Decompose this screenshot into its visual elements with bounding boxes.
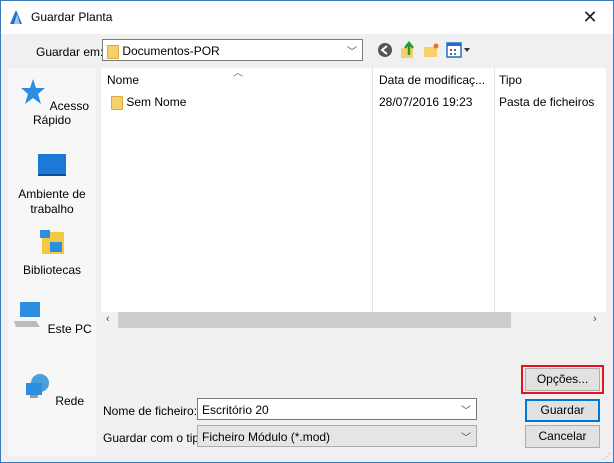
sidebar-label: Ambiente de trabalho: [18, 187, 86, 216]
desktop-icon: [38, 154, 66, 176]
sidebar-item-this-pc[interactable]: Este PC: [8, 301, 96, 336]
filetype-value: Ficheiro Módulo (*.mod): [202, 430, 331, 444]
scroll-right-icon[interactable]: ›: [593, 313, 597, 325]
location-label: Guardar em:: [36, 45, 104, 59]
up-folder-icon[interactable]: [399, 41, 417, 59]
item-name: Sem Nome: [126, 95, 187, 109]
cancel-button[interactable]: Cancelar: [525, 425, 600, 448]
item-type: Pasta de ficheiros: [499, 95, 595, 109]
folder-icon: [111, 95, 123, 110]
close-icon[interactable]: ✕: [575, 5, 605, 29]
sidebar-label: Bibliotecas: [22, 263, 82, 277]
view-menu-icon[interactable]: [446, 41, 472, 59]
save-button[interactable]: Guardar: [525, 399, 600, 422]
chevron-down-icon: ﹀: [347, 47, 357, 58]
column-header-type[interactable]: Tipo: [499, 73, 522, 87]
save-dialog: Guardar Planta ✕ Guardar em: Documentos-…: [0, 0, 614, 463]
item-date: 28/07/2016 19:23: [379, 95, 473, 109]
window-title: Guardar Planta: [31, 10, 113, 24]
column-header-name[interactable]: Nome: [107, 73, 139, 87]
folder-icon: [107, 44, 119, 59]
filename-value: Escritório 20: [202, 403, 269, 417]
scrollbar-thumb[interactable]: [118, 312, 511, 328]
sidebar-label: Este PC: [47, 322, 92, 336]
resize-grip-icon[interactable]: ⋰: [603, 452, 611, 461]
libraries-icon: [40, 230, 64, 254]
location-value: Documentos-POR: [122, 44, 220, 58]
sidebar-item-libraries[interactable]: Bibliotecas: [8, 228, 96, 277]
back-icon[interactable]: [376, 41, 394, 59]
chevron-down-icon: ﹀: [461, 433, 471, 444]
location-dropdown[interactable]: Documentos-POR ﹀: [102, 39, 363, 61]
horizontal-scrollbar[interactable]: ‹ ›: [101, 312, 606, 328]
sidebar-item-quick-access[interactable]: Acesso Rápido: [8, 78, 96, 127]
computer-icon: [14, 302, 41, 327]
title-bar: Guardar Planta ✕: [1, 1, 613, 34]
filetype-label: Guardar com o tipo:: [103, 431, 210, 445]
places-sidebar: Acesso Rápido Ambiente de trabalho Bibli…: [8, 68, 96, 456]
chevron-down-icon[interactable]: ﹀: [461, 402, 471, 417]
options-button[interactable]: Opções...: [525, 368, 600, 391]
filename-label: Nome de ficheiro:: [103, 404, 198, 418]
filename-input[interactable]: Escritório 20 ﹀: [197, 398, 477, 420]
network-icon: [25, 374, 49, 398]
app-icon: [10, 10, 22, 24]
filetype-dropdown[interactable]: Ficheiro Módulo (*.mod) ﹀: [197, 425, 477, 447]
new-folder-icon[interactable]: [422, 41, 440, 59]
sidebar-item-desktop[interactable]: Ambiente de trabalho: [8, 152, 96, 217]
sidebar-item-network[interactable]: Rede: [8, 373, 96, 408]
column-header-date[interactable]: Data de modificaç...: [379, 73, 485, 87]
star-icon: [20, 79, 45, 104]
sidebar-label: Rede: [55, 394, 85, 408]
scroll-left-icon[interactable]: ‹: [106, 313, 110, 325]
file-list: ︿ Nome Data de modificaç... Tipo Sem Nom…: [101, 68, 606, 328]
